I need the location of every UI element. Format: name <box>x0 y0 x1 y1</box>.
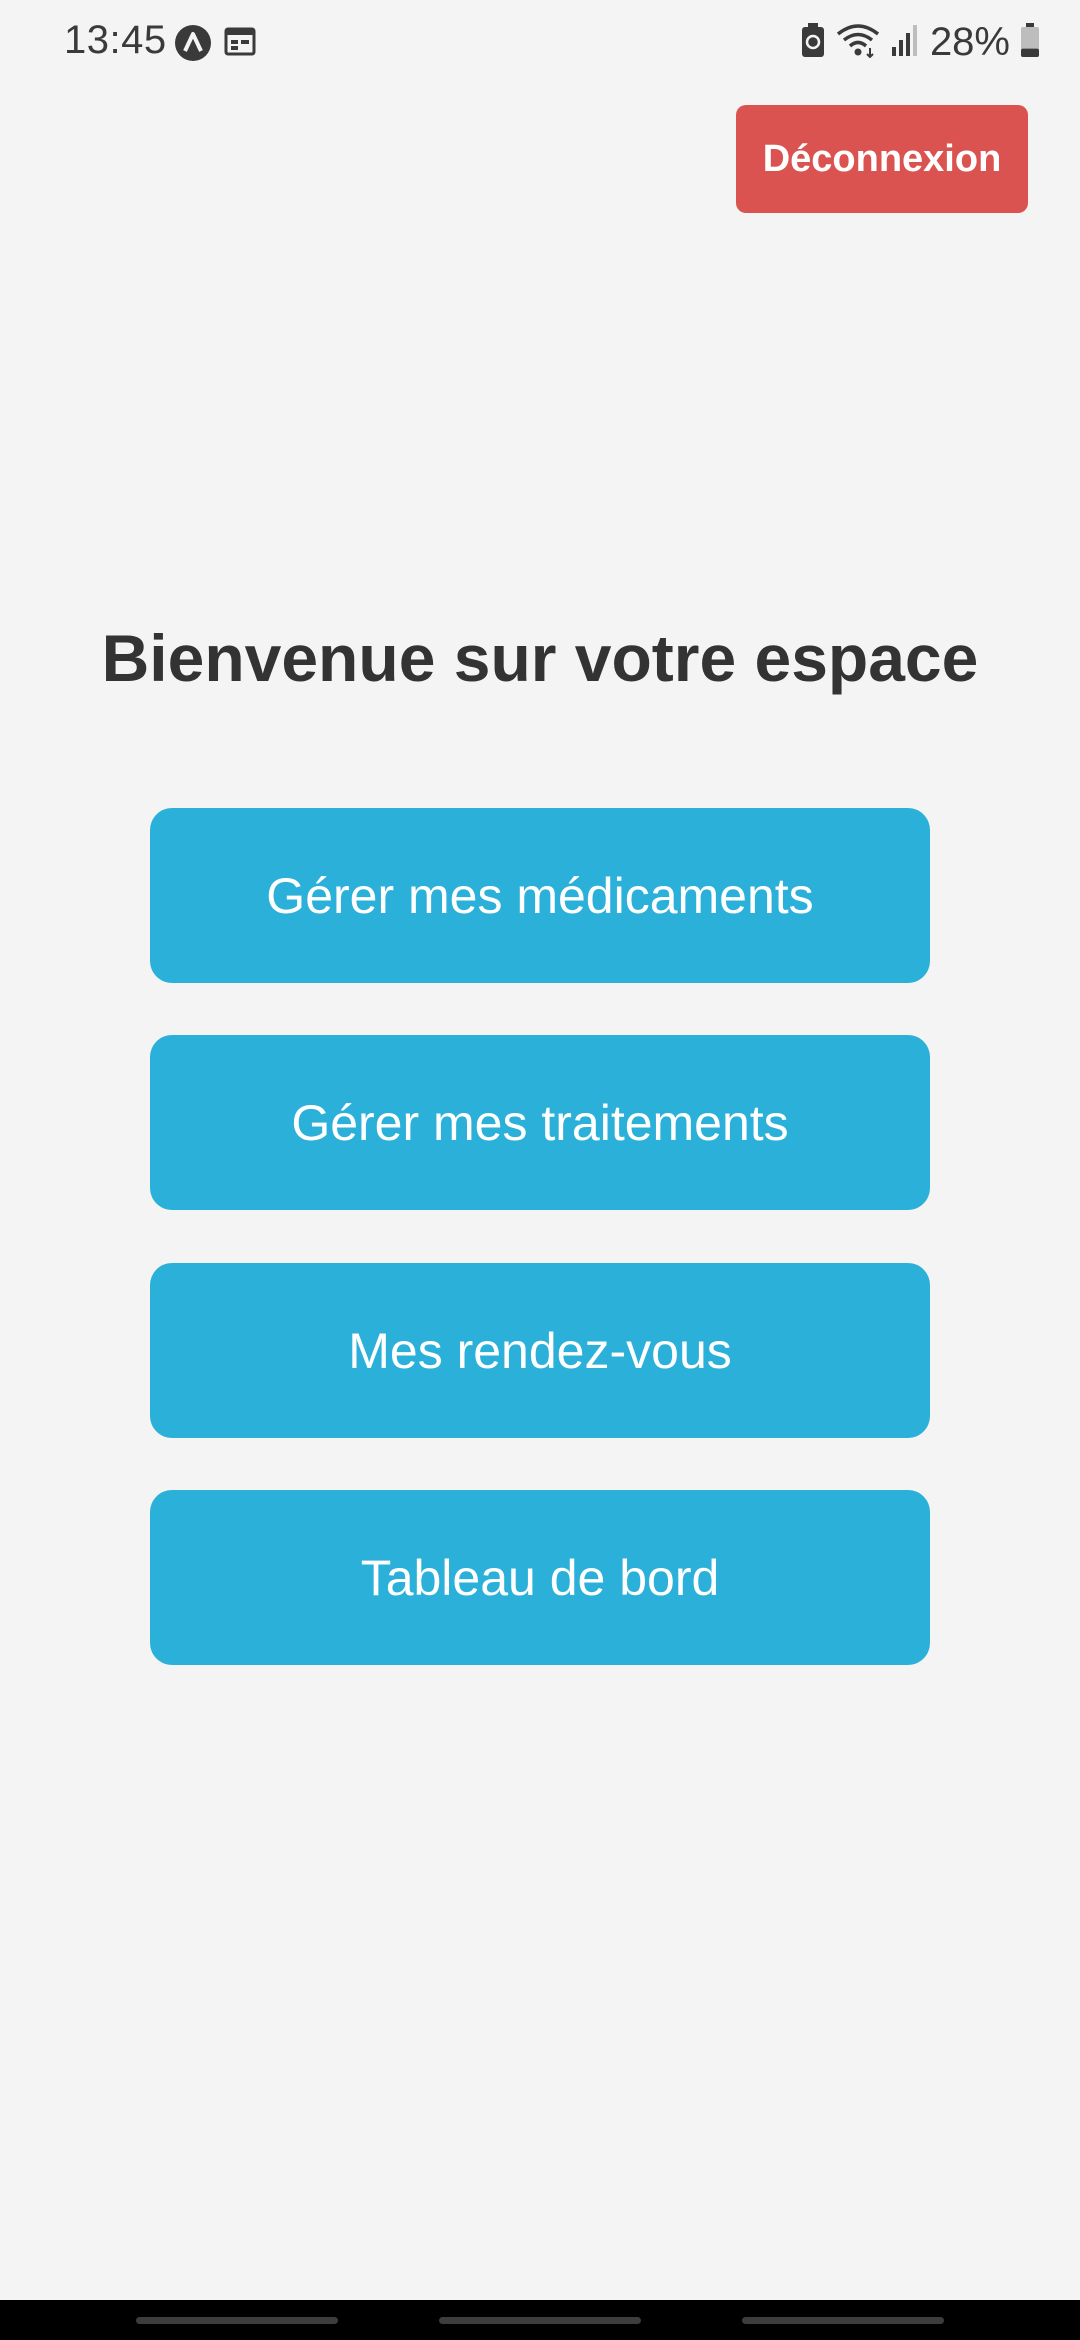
app-notification-icon <box>174 24 212 67</box>
nav-recents-button[interactable] <box>136 2317 338 2324</box>
battery-icon <box>1020 22 1040 63</box>
nav-back-button[interactable] <box>742 2317 944 2324</box>
appointments-button[interactable]: Mes rendez-vous <box>150 1263 930 1438</box>
app-screen: 13:45 28% Déconnexion Bienvenue sur votr… <box>0 0 1080 2340</box>
status-right-group: 28% <box>800 18 1040 66</box>
dashboard-button[interactable]: Tableau de bord <box>150 1490 930 1665</box>
navigation-bar <box>0 2300 1080 2340</box>
signal-icon <box>890 23 920 62</box>
status-bar: 13:45 28% <box>0 0 1080 84</box>
nav-home-button[interactable] <box>439 2317 641 2324</box>
logout-button[interactable]: Déconnexion <box>736 105 1028 213</box>
manage-medications-button[interactable]: Gérer mes médicaments <box>150 808 930 983</box>
wifi-icon <box>836 22 880 63</box>
page-title: Bienvenue sur votre espace <box>101 621 979 695</box>
battery-percent: 28% <box>929 19 1010 64</box>
calendar-icon <box>224 26 256 61</box>
manage-treatments-button[interactable]: Gérer mes traitements <box>150 1035 930 1210</box>
battery-saver-icon <box>800 22 826 63</box>
status-time: 13:45 <box>64 18 167 62</box>
